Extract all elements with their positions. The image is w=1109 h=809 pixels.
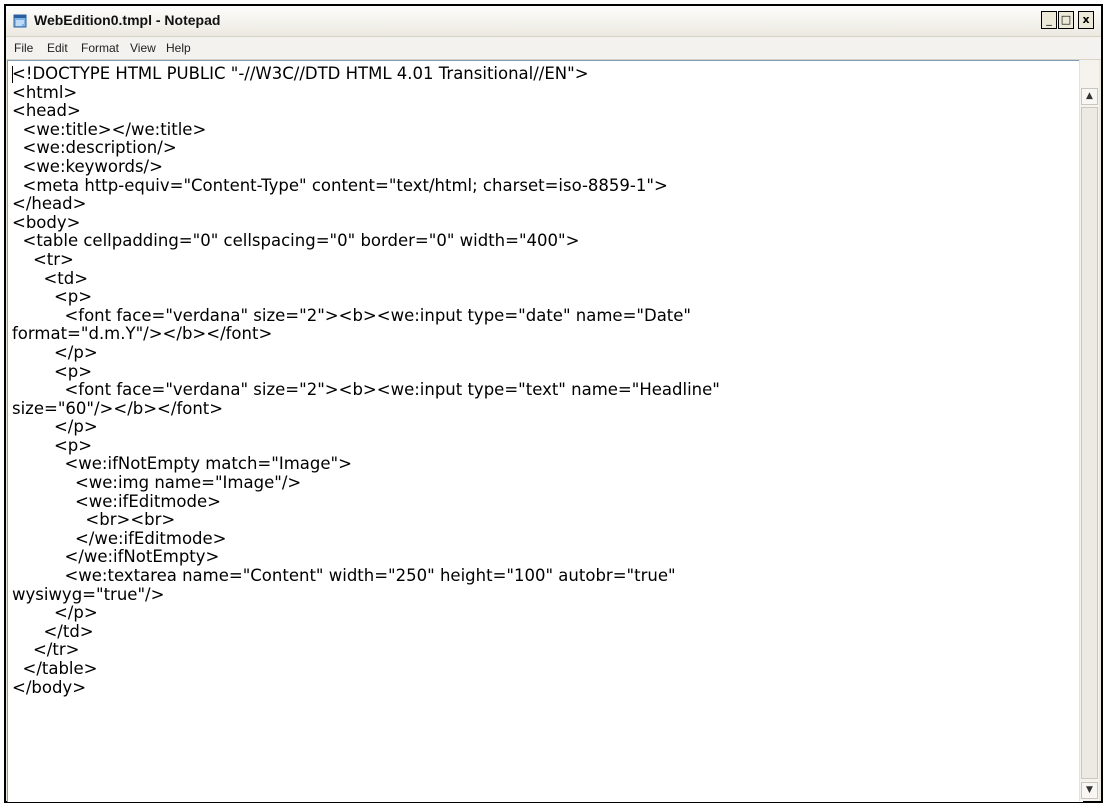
editor-line[interactable]: <we:description/> [12,139,1083,158]
editor-line[interactable]: <p> [12,362,1083,382]
editor-line[interactable]: <head> [12,102,1083,121]
editor-line[interactable]: </body> [12,678,1083,698]
minimize-button[interactable]: _ [1041,11,1057,29]
editor-line[interactable]: </p> [12,418,1083,437]
editor-line[interactable]: wysiwyg="true"/> [12,585,1083,605]
editor-line[interactable]: </table> [12,659,1083,679]
editor-line[interactable]: size="60"/></b></font> [12,399,1083,419]
editor-line[interactable]: <font face="verdana" size="2"><b><we:inp… [12,380,1083,400]
editor-line[interactable]: <meta http-equiv="Content-Type" content=… [12,176,1083,196]
menu-help[interactable]: Help [166,41,191,55]
editor-line[interactable]: <!DOCTYPE HTML PUBLIC "-//W3C//DTD HTML … [12,64,1083,84]
editor-line[interactable]: <we:title></we:title> [12,120,1083,140]
title-bar[interactable]: WebEdition0.tmpl - Notepad _ □ x [6,6,1101,37]
editor-line[interactable]: <br><br> [12,511,1083,530]
editor-line[interactable]: <tr> [12,250,1083,270]
scroll-thumb[interactable] [1081,107,1098,779]
notepad-icon[interactable] [13,13,28,28]
text-caret [12,66,13,83]
editor-line[interactable]: <body> [12,213,1083,233]
editor-line[interactable]: <html> [12,83,1083,103]
menu-bar: File Edit Format View Help [6,37,1101,60]
editor-line[interactable]: </tr> [12,641,1083,660]
editor-line[interactable]: <p> [12,436,1083,456]
editor-line[interactable]: </head> [12,195,1083,214]
text-editor-area[interactable]: <!DOCTYPE HTML PUBLIC "-//W3C//DTD HTML … [7,60,1083,802]
editor-content[interactable]: <!DOCTYPE HTML PUBLIC "-//W3C//DTD HTML … [12,64,1083,698]
menu-edit[interactable]: Edit [47,41,68,55]
editor-line[interactable]: </p> [12,343,1083,363]
editor-line[interactable]: </we:ifEditmode> [12,529,1083,549]
scroll-down-arrow-icon[interactable]: ▼ [1081,782,1098,799]
editor-line[interactable]: <table cellpadding="0" cellspacing="0" b… [12,232,1083,251]
editor-line[interactable]: </p> [12,604,1083,623]
notepad-window: WebEdition0.tmpl - Notepad _ □ x File Ed… [4,4,1103,803]
editor-line[interactable]: <we:keywords/> [12,157,1083,177]
editor-line[interactable]: </td> [12,622,1083,642]
editor-line[interactable]: <we:textarea name="Content" width="250" … [12,566,1083,586]
editor-line[interactable]: <we:ifNotEmpty match="Image"> [12,455,1083,474]
maximize-button[interactable]: □ [1058,11,1074,29]
editor-line[interactable]: <we:img name="Image"/> [12,473,1083,493]
editor-line[interactable]: <font face="verdana" size="2"><b><we:inp… [12,306,1083,326]
menu-format[interactable]: Format [81,41,119,55]
editor-line[interactable]: </we:ifNotEmpty> [12,548,1083,567]
menu-file[interactable]: File [14,41,33,55]
menu-view[interactable]: View [130,41,156,55]
vertical-scrollbar[interactable]: ▲ ▼ [1079,60,1099,801]
editor-line[interactable]: format="d.m.Y"/></b></font> [12,325,1083,344]
editor-line[interactable]: <we:ifEditmode> [12,492,1083,512]
editor-line[interactable]: <td> [12,269,1083,289]
scroll-up-arrow-icon[interactable]: ▲ [1081,88,1098,105]
window-title: WebEdition0.tmpl - Notepad [34,12,221,28]
close-button[interactable]: x [1078,11,1094,29]
editor-line[interactable]: <p> [12,288,1083,307]
